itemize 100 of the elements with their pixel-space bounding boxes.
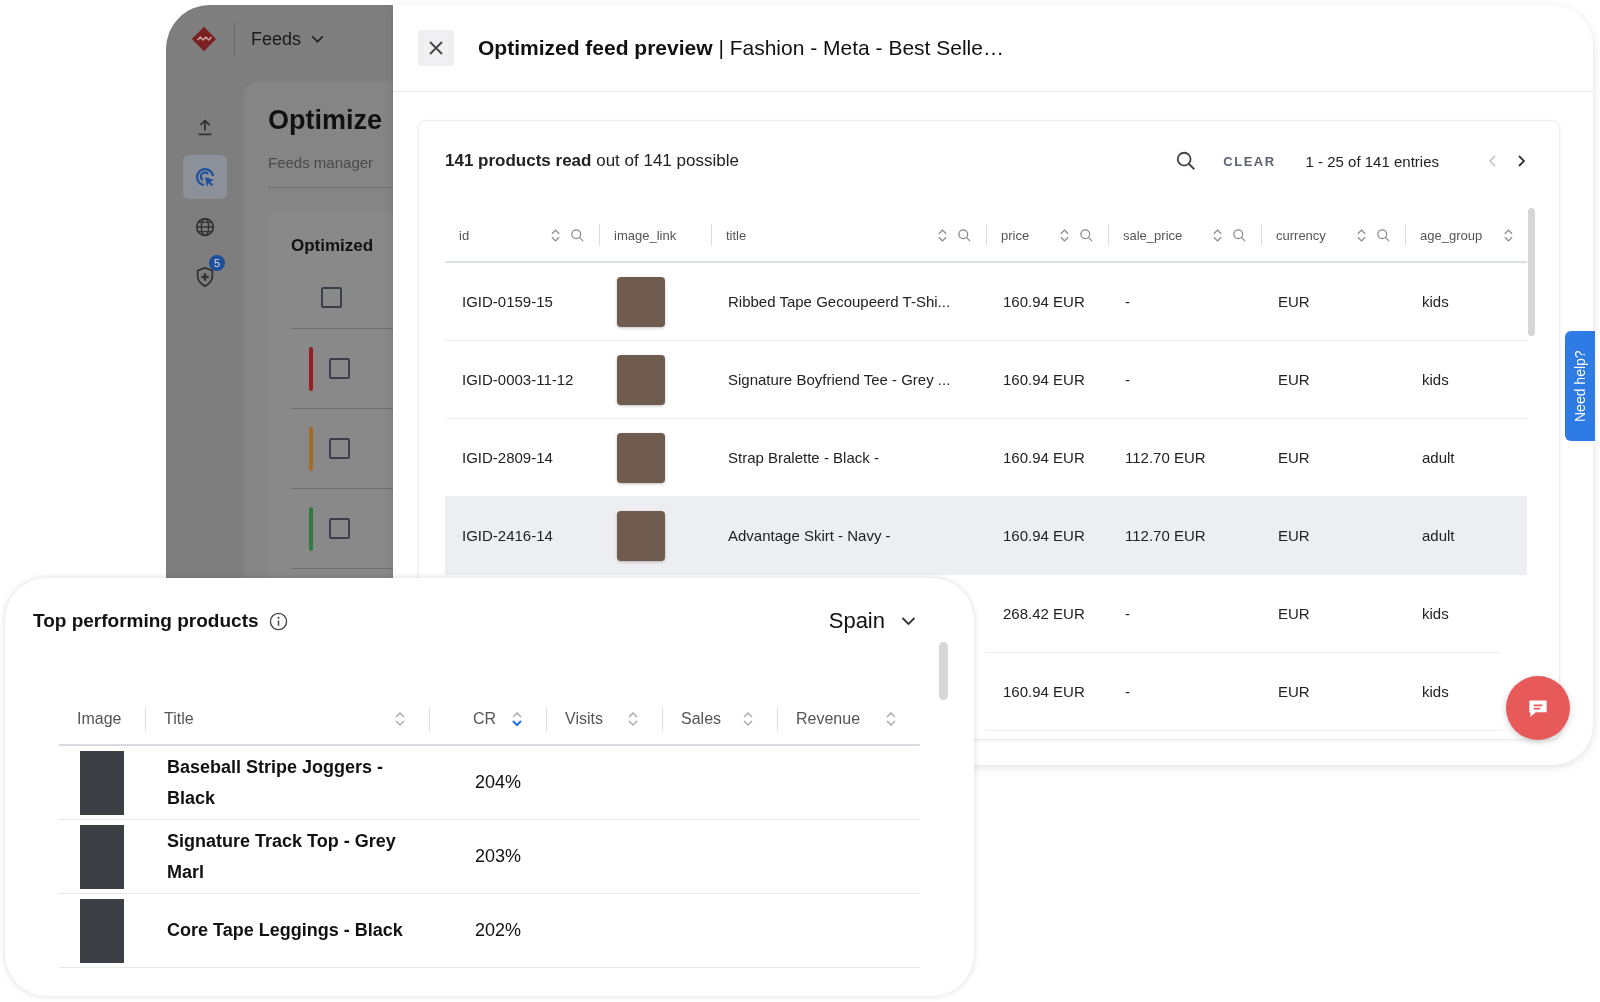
table-cell: EUR [1278,527,1310,544]
scrollbar[interactable] [939,642,948,700]
sort-icon[interactable] [938,227,947,243]
photo-placeholder [80,750,124,815]
column-header: image_link [614,227,678,243]
photo-placeholder [80,824,124,889]
table-cell: kids [1422,605,1449,622]
table-cell: IGID-2809-14 [462,449,553,466]
column-header: Sales [681,710,722,728]
chevron-down-icon [901,616,916,626]
table-cell: - [1125,293,1130,310]
notification-badge: 5 [209,255,225,271]
search-icon[interactable] [1175,150,1198,172]
sort-icon[interactable] [551,227,560,243]
checkbox[interactable] [329,518,350,539]
sort-icon[interactable] [1357,227,1366,243]
sort-icon[interactable] [1060,227,1069,243]
sort-icon[interactable] [886,711,896,727]
region-dropdown[interactable]: Spain [828,608,916,634]
column-header: Visits [565,710,603,728]
panel-title: Optimized feed preview | Fashion - Meta - Best Selle… [478,36,1004,60]
table-cell: kids [1422,683,1449,700]
cursor-target-icon [193,165,217,189]
chevron-down-icon [311,34,325,44]
table-cell: IGID-0003-11-12 [462,371,574,388]
table-cell: - [1125,683,1130,700]
table-cell: kids [1422,293,1449,310]
table-cell: 160.94 EUR [1003,449,1085,466]
table-cell: Strap Bralette - Black - [728,449,879,466]
table-cell: adult [1422,527,1455,544]
table-row[interactable]: IGID-2416-14 Advantage Skirt - Navy - 160.94 EUR 112.70 EUR EUR adult [445,497,1527,575]
table-cell: - [1125,605,1130,622]
info-icon[interactable] [268,611,288,631]
clear-button[interactable]: CLEAR [1223,153,1276,169]
table-cell: 160.94 EUR [1003,371,1085,388]
column-header: Title [164,710,194,728]
card-title: Optimized [291,236,375,256]
table-cell: 112.70 EUR [1125,527,1206,544]
checkbox[interactable] [329,358,350,379]
photo-placeholder [617,510,665,561]
chevron-left-icon [1488,155,1496,167]
table-cell: EUR [1278,371,1310,388]
product-title[interactable]: Signature Track Top - Grey Marl [167,825,429,888]
product-title[interactable]: Core Tape Leggings - Black [167,915,403,946]
table-cell: 203% [475,846,522,867]
page-title: Optimize [268,105,383,136]
table-cell: 160.94 EUR [1003,293,1085,310]
table-cell: 202% [475,920,522,941]
checkbox[interactable] [329,438,350,459]
table-cell: adult [1422,449,1455,466]
sidebar-item[interactable] [183,155,227,199]
table-cell: IGID-2416-14 [462,527,553,544]
table-cell: EUR [1278,683,1310,700]
close-icon [428,40,444,56]
globe-icon [194,216,216,238]
help-tab[interactable]: Need help? [1565,331,1595,441]
column-header: Image [77,710,122,728]
sort-icon[interactable] [512,711,522,727]
table-cell: 112.70 EUR [1125,449,1206,466]
photo-placeholder [617,432,665,483]
column-header: title [726,227,748,243]
sort-icon[interactable] [395,711,405,727]
table-cell: Ribbed Tape Gecoupeerd T-Shi... [728,293,951,310]
column-header: Revenue [796,710,861,728]
pagination-range: 1 - 25 of 141 entries [1305,152,1439,170]
checkbox[interactable] [321,286,342,308]
logo-icon [190,25,218,53]
table-cell: 268.42 EUR [1003,605,1085,622]
column-header: id [459,227,471,243]
table-cell: 160.94 EUR [1003,527,1085,544]
sort-icon[interactable] [1504,227,1513,243]
table-row[interactable]: IGID-0003-11-12 Signature Boyfriend Tee - Grey ... 160.94 EUR - EUR kids [445,341,1527,419]
column-header: CR [472,710,496,728]
photo-placeholder [617,276,665,327]
scrollbar[interactable] [1528,208,1535,336]
table-row[interactable]: IGID-0159-15 Ribbed Tape Gecoupeerd T-Shi... 160.94 EUR - EUR kids [445,263,1527,341]
column-header: age_group [1420,227,1484,243]
chevron-right-icon [1518,155,1526,167]
table-cell: 204% [475,772,522,793]
table-cell: 160.94 EUR [1003,683,1085,700]
sort-icon[interactable] [1213,227,1222,243]
product-title[interactable]: Baseball Stripe Joggers - Black [167,751,429,814]
table-cell: - [1125,371,1130,388]
close-button[interactable] [418,30,454,66]
table-cell: EUR [1278,449,1310,466]
table-cell: kids [1422,371,1449,388]
table-cell: IGID-0159-15 [462,293,553,310]
feeds-dropdown[interactable]: Feeds [251,28,325,50]
sort-icon[interactable] [743,711,753,727]
sort-icon[interactable] [628,711,638,727]
table-cell: Advantage Skirt - Navy - [728,527,891,544]
table-cell: EUR [1278,605,1310,622]
table-row[interactable]: 268.42 EUR - EUR kids [986,575,1501,653]
table-cell: EUR [1278,293,1310,310]
summary-text: 141 products read out of 141 possible [445,151,740,171]
card-title: Top performing products [33,610,259,632]
table-row[interactable]: 160.94 EUR - EUR kids [986,653,1501,731]
sidebar-item[interactable]: 5 [183,255,227,299]
column-header: sale_price [1123,227,1184,243]
column-header: currency [1276,227,1327,243]
